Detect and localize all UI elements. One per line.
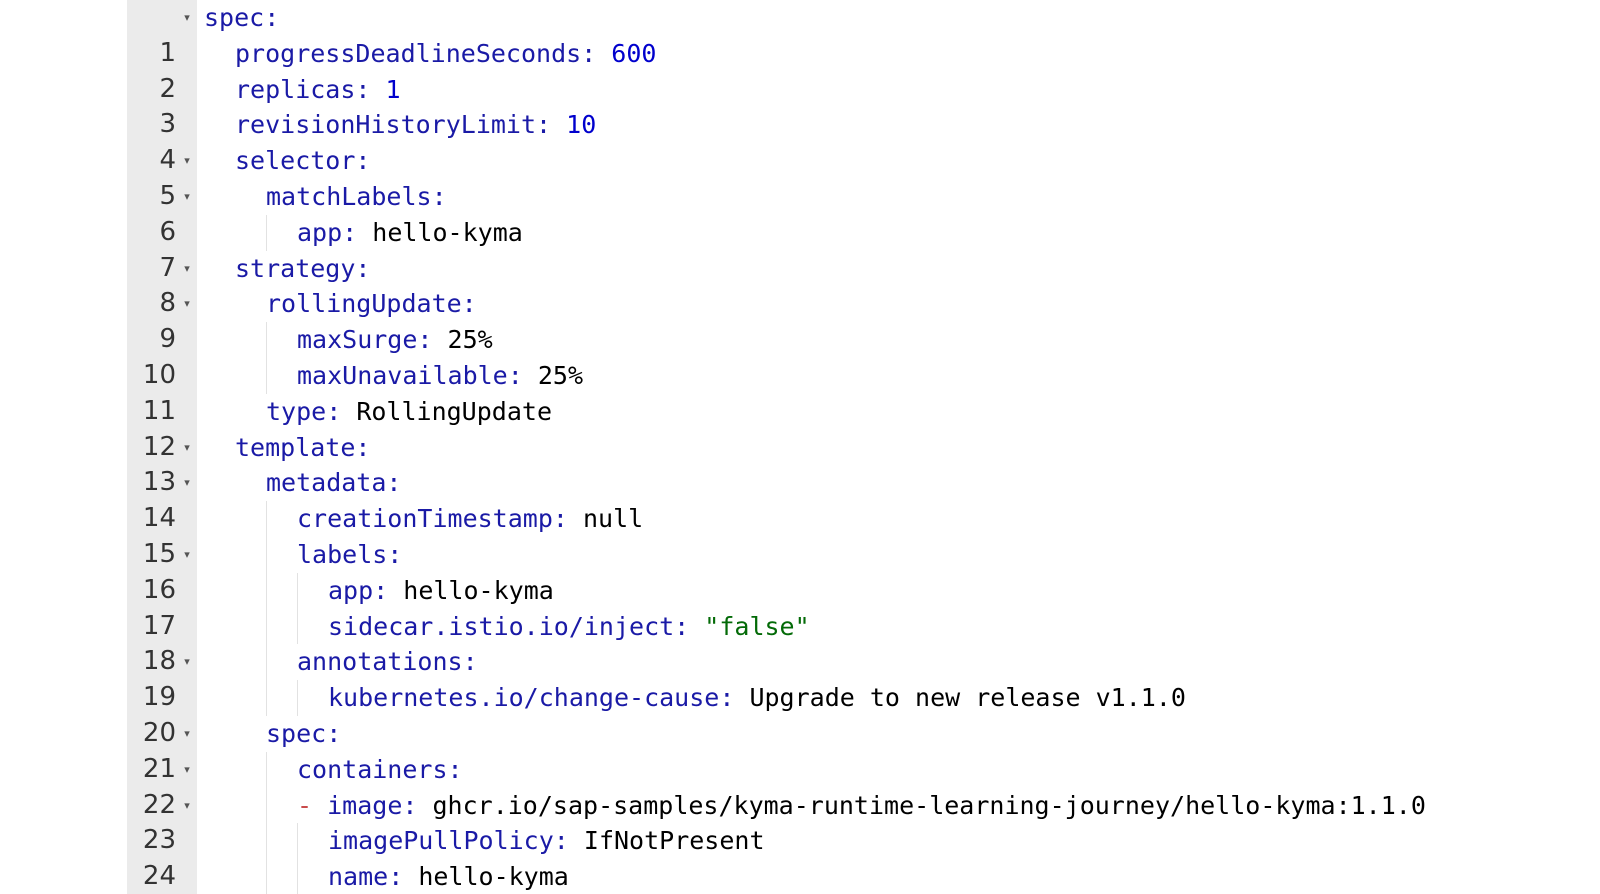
fold-toggle-icon[interactable]: ▾ — [181, 0, 193, 36]
yaml-key: name: — [328, 862, 404, 892]
yaml-key: template: — [235, 432, 371, 462]
yaml-key: labels: — [297, 539, 403, 569]
fold-toggle-icon[interactable]: ▾ — [181, 465, 193, 501]
yaml-key: rollingUpdate: — [266, 289, 477, 319]
code-line[interactable]: 1 ▾ spec: — [0, 0, 1600, 68]
code-line[interactable]: 13 ▾ template: — [0, 430, 1600, 498]
yaml-key: app: — [328, 575, 389, 605]
yaml-key: progressDeadlineSeconds: — [235, 38, 597, 68]
code-line[interactable]: 11 maxUnavailable: 25% — [0, 357, 1600, 426]
code-line[interactable]: 2 progressDeadlineSeconds: 600 — [0, 36, 1600, 104]
code-line[interactable]: 21 ▾ spec: — [0, 716, 1600, 784]
yaml-key: containers: — [297, 754, 463, 784]
yaml-value: Upgrade to new release v1.1.0 — [749, 683, 1186, 713]
fold-toggle-icon[interactable]: ▾ — [181, 788, 193, 824]
code-line[interactable]: 14 ▾ metadata: — [0, 465, 1600, 533]
code-line[interactable]: 7 app: hello-kyma — [0, 214, 1600, 283]
code-line[interactable]: 23 ▾ - image: ghcr.io/sap-samples/kyma-r… — [0, 787, 1600, 855]
code-line[interactable]: 12 type: RollingUpdate — [0, 394, 1600, 462]
yaml-key: type: — [266, 396, 342, 426]
yaml-key: selector: — [235, 146, 371, 176]
yaml-value: hello-kyma — [403, 575, 554, 605]
yaml-value: ghcr.io/sap-samples/kyma-runtime-learnin… — [432, 790, 1426, 820]
yaml-value: IfNotPresent — [583, 826, 765, 856]
code-line[interactable]: 9 ▾ rollingUpdate: — [0, 286, 1600, 354]
yaml-value: 600 — [611, 38, 657, 68]
code-line[interactable]: 20 kubernetes.io/change-cause: Upgrade t… — [0, 680, 1600, 748]
code-line[interactable]: 8 ▾ strategy: — [0, 251, 1600, 319]
fold-toggle-icon[interactable]: ▾ — [181, 286, 193, 322]
yaml-key: imagePullPolicy: — [328, 826, 569, 856]
code-line[interactable]: 17 app: hello-kyma — [0, 572, 1600, 641]
yaml-key: creationTimestamp: — [297, 504, 568, 534]
code-line[interactable]: 15 creationTimestamp: null — [0, 501, 1600, 569]
code-line[interactable]: 24 imagePullPolicy: IfNotPresent — [0, 823, 1600, 891]
yaml-value: RollingUpdate — [356, 396, 552, 426]
yaml-key: spec: — [204, 3, 280, 32]
yaml-key: kubernetes.io/change-cause: — [328, 683, 735, 713]
yaml-value: 1 — [385, 74, 401, 104]
yaml-value: 25% — [537, 360, 583, 390]
fold-toggle-icon[interactable]: ▾ — [181, 143, 193, 179]
yaml-key: metadata: — [266, 468, 402, 498]
code-line[interactable]: 16 ▾ labels: — [0, 536, 1600, 605]
yaml-key: app: — [297, 217, 358, 247]
code-line[interactable]: 5 ▾ selector: — [0, 143, 1600, 211]
yaml-value: 10 — [566, 110, 597, 140]
yaml-key: matchLabels: — [266, 181, 447, 211]
yaml-key: sidecar.istio.io/inject: — [328, 611, 690, 641]
fold-toggle-icon[interactable]: ▾ — [181, 430, 193, 466]
yaml-string-value: "false" — [704, 611, 810, 641]
code-line[interactable]: 25 name: hello-kyma — [0, 859, 1600, 894]
code-line[interactable]: 4 revisionHistoryLimit: 10 — [0, 107, 1600, 175]
code-line[interactable]: 6 ▾ matchLabels: — [0, 179, 1600, 247]
fold-toggle-icon[interactable]: ▾ — [181, 752, 193, 788]
yaml-key: replicas: — [235, 74, 371, 104]
yaml-key: strategy: — [235, 253, 371, 283]
fold-toggle-icon[interactable]: ▾ — [181, 716, 193, 752]
yaml-key: maxUnavailable: — [297, 360, 523, 390]
list-dash: - — [297, 790, 313, 820]
code-lines: 1 ▾ spec: 2 progressDeadlineSeconds: 600… — [0, 0, 1600, 894]
code-line[interactable]: 19 ▾ annotations: — [0, 644, 1600, 712]
code-line[interactable]: 22 ▾ containers: — [0, 751, 1600, 820]
fold-toggle-icon[interactable]: ▾ — [181, 537, 193, 573]
yaml-key: maxSurge: — [297, 325, 433, 355]
yaml-value: hello-kyma — [372, 217, 523, 247]
yaml-value: null — [583, 504, 644, 534]
code-line[interactable]: 10 maxSurge: 25% — [0, 322, 1600, 390]
yaml-value: hello-kyma — [418, 862, 569, 892]
fold-toggle-icon[interactable]: ▾ — [181, 644, 193, 680]
fold-toggle-icon[interactable]: ▾ — [181, 179, 193, 215]
yaml-key: revisionHistoryLimit: — [235, 110, 552, 140]
yaml-key: annotations: — [297, 647, 478, 677]
yaml-key: image: — [327, 790, 418, 820]
fold-toggle-icon[interactable]: ▾ — [181, 251, 193, 287]
yaml-key: spec: — [266, 718, 342, 748]
yaml-editor[interactable]: 1 ▾ spec: 2 progressDeadlineSeconds: 600… — [0, 0, 1600, 894]
code-line[interactable]: 18 sidecar.istio.io/inject: "false" — [0, 608, 1600, 676]
yaml-value: 25% — [447, 325, 493, 355]
code-line[interactable]: 3 replicas: 1 — [0, 72, 1600, 140]
